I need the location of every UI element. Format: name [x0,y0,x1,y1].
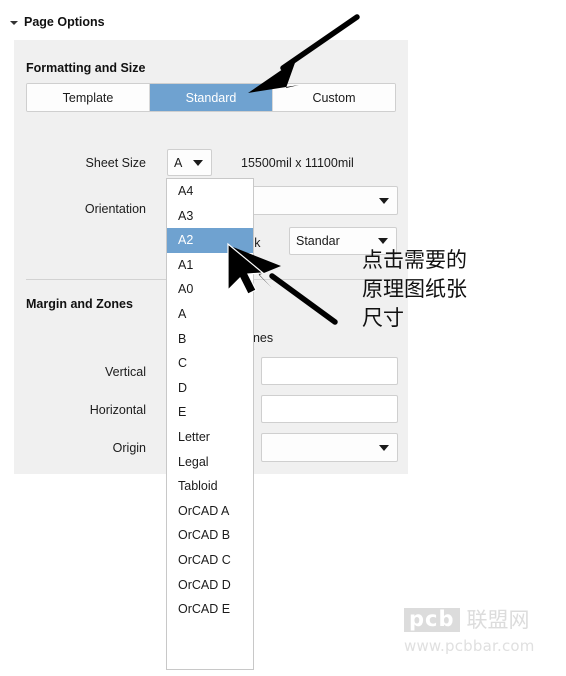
horizontal-input[interactable] [261,395,398,423]
chevron-down-icon [193,159,203,166]
chinese-annotation-line-3: 尺寸 [362,306,404,330]
dropdown-item[interactable]: A [167,302,253,327]
vertical-input[interactable] [261,357,398,385]
margin-and-zones-title: Margin and Zones [26,297,133,311]
title-block-combo-value: Standar [296,234,340,248]
triangle-collapse-icon[interactable] [10,21,18,25]
tab-standard[interactable]: Standard [150,84,273,111]
watermark-logo: pcb [404,608,460,632]
page-title: Page Options [24,15,105,29]
chinese-annotation-line-1: 点击需要的 [362,248,467,272]
formatting-and-size-title: Formatting and Size [26,61,146,75]
sheet-size-combo[interactable]: A [167,149,212,176]
orientation-label: Orientation [84,202,146,216]
sheet-dimensions-text: 15500mil x 11100mil [241,156,354,170]
tab-custom[interactable]: Custom [273,84,395,111]
dropdown-item[interactable]: OrCAD D [167,573,253,598]
sheet-size-dropdown-list[interactable]: A4 A3 A2 A1 A0 A B C D E Letter Legal Tabloid OrCAD A… [166,178,254,670]
watermark: pcb 联盟网 www.pcbbar.com [404,608,535,655]
dropdown-item[interactable]: A1 [167,253,253,278]
origin-combo[interactable] [261,433,398,462]
dropdown-item[interactable]: A2 [167,228,253,253]
formatting-mode-tabs[interactable]: Template Standard Custom [26,83,396,112]
dropdown-item[interactable]: OrCAD C [167,548,253,573]
dropdown-item[interactable]: A3 [167,204,253,229]
dropdown-item[interactable]: A0 [167,277,253,302]
dropdown-item[interactable]: D [167,376,253,401]
dropdown-item[interactable]: B [167,327,253,352]
dropdown-item[interactable]: OrCAD E [167,597,253,622]
dropdown-item[interactable]: Letter [167,425,253,450]
dropdown-item[interactable]: E [167,400,253,425]
watermark-site-name: 联盟网 [466,607,530,632]
dropdown-item[interactable]: A4 [167,179,253,204]
chevron-down-icon [378,238,388,244]
chevron-down-icon [379,197,389,204]
dropdown-item[interactable]: Legal [167,450,253,475]
origin-label: Origin [112,441,146,455]
sheet-size-label: Sheet Size [85,156,146,170]
sheet-size-combo-value: A [174,155,183,170]
dropdown-item[interactable]: C [167,351,253,376]
dropdown-item[interactable]: Tabloid [167,474,253,499]
dropdown-item[interactable]: OrCAD B [167,523,253,548]
page-options-section-header[interactable]: Page Options [10,15,105,29]
vertical-label: Vertical [105,365,146,379]
chinese-annotation: 点击需要的 原理图纸张 尺寸 [362,246,522,333]
horizontal-label: Horizontal [89,403,146,417]
tab-template[interactable]: Template [27,84,150,111]
watermark-url: www.pcbbar.com [404,637,535,655]
dropdown-item[interactable]: OrCAD A [167,499,253,524]
chinese-annotation-line-2: 原理图纸张 [362,277,467,301]
chevron-down-icon [379,444,389,451]
